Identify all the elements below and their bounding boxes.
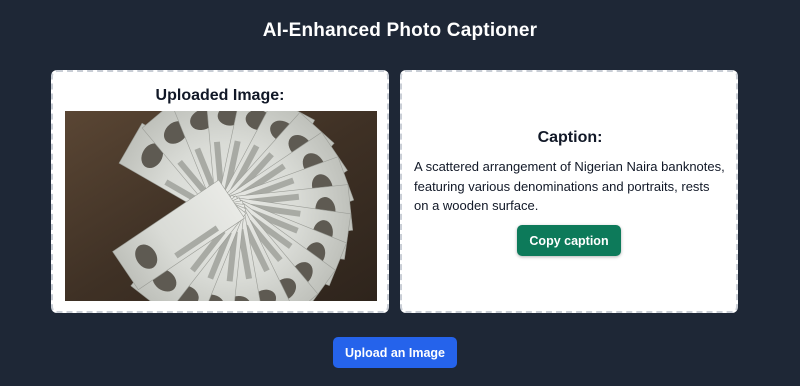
- app-title: AI-Enhanced Photo Captioner: [262, 20, 538, 41]
- caption-block: Caption: A scattered arrangement of Nige…: [414, 129, 726, 216]
- uploaded-photo: [65, 111, 377, 301]
- uploaded-image-heading: Uploaded Image:: [155, 87, 285, 104]
- copy-caption-button[interactable]: Copy caption: [517, 225, 621, 256]
- upload-image-button[interactable]: Upload an Image: [333, 337, 457, 368]
- uploaded-image-panel: Uploaded Image:: [51, 70, 389, 313]
- caption-heading: Caption:: [537, 129, 603, 146]
- caption-text: A scattered arrangement of Nigerian Nair…: [414, 159, 725, 213]
- caption-panel: Caption: A scattered arrangement of Nige…: [400, 70, 738, 313]
